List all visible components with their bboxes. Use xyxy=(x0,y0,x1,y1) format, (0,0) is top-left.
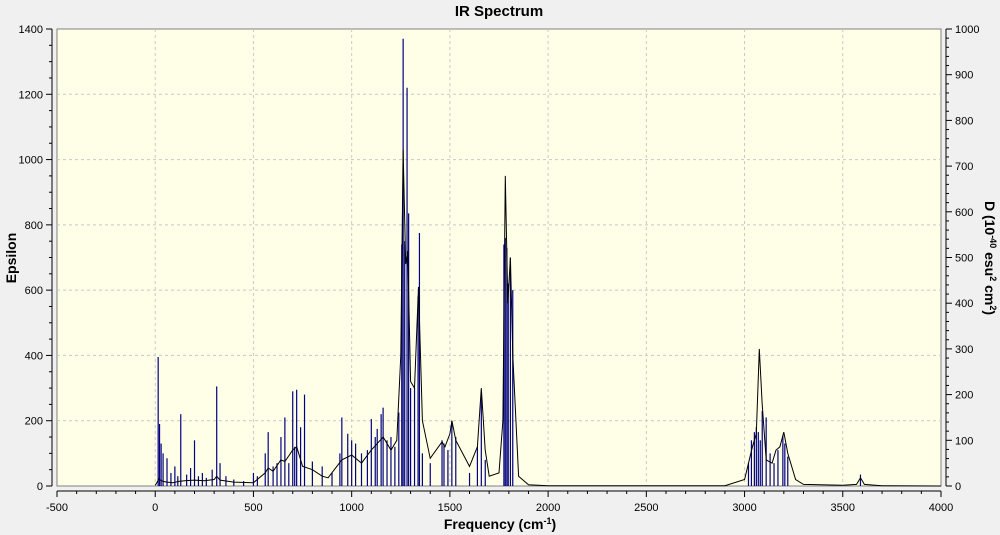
x-tick-label: 4000 xyxy=(929,502,953,514)
y2-tick-label: 800 xyxy=(955,115,973,127)
y-tick-label: 0 xyxy=(37,481,43,493)
x-tick-label: 2500 xyxy=(634,502,658,514)
y-tick-label: 200 xyxy=(25,416,43,428)
x-tick-label: 0 xyxy=(152,502,158,514)
y2-tick-label: 100 xyxy=(955,435,973,447)
y2-tick-label: 1000 xyxy=(955,24,979,36)
y-tick-label: 800 xyxy=(25,220,43,232)
y2-tick-label: 900 xyxy=(955,70,973,82)
x-axis-title: Frequency (cm-1) xyxy=(444,516,556,532)
ir-spectrum-chart: -500 0 500 1000 1500 2000 2500 3000 3500 4000 020… xyxy=(3,3,998,532)
y2-tick-label: 600 xyxy=(955,207,973,219)
y2-tick-label: 300 xyxy=(955,344,973,356)
y-tick-label: 400 xyxy=(25,350,43,362)
y2-tick-label: 500 xyxy=(955,253,973,265)
x-tick-label: 1500 xyxy=(438,502,462,514)
x-tick-label: 1000 xyxy=(339,502,363,514)
x-tick-label: 3500 xyxy=(831,502,855,514)
y-tick-label: 600 xyxy=(25,285,43,297)
x-axis: -500 0 500 1000 1500 2000 2500 3000 3500 4000 xyxy=(46,490,953,514)
y2-tick-label: 700 xyxy=(955,161,973,173)
y2-tick-label: 0 xyxy=(955,481,961,493)
y2-tick-label: 400 xyxy=(955,298,973,310)
y-axis-title: Epsilon xyxy=(3,233,19,284)
y2-tick-label: 200 xyxy=(955,390,973,402)
chart-title: IR Spectrum xyxy=(455,3,543,20)
y-axis-right: 0 100 200 300 400 500 600 700 800 900 1000 xyxy=(945,24,979,493)
x-tick-label: -500 xyxy=(46,502,68,514)
y-tick-label: 1000 xyxy=(19,155,43,167)
plot-area xyxy=(56,28,942,487)
y-tick-label: 1400 xyxy=(19,24,43,36)
chart-window: -500 0 500 1000 1500 2000 2500 3000 3500 4000 0 20… xyxy=(0,0,1000,535)
y-axis-left: 0 200 400 600 800 1000 1200 1400 xyxy=(19,24,53,493)
y2-axis-title: D (10-40 esu2 cm2) xyxy=(982,201,998,315)
x-tick-label: 500 xyxy=(244,502,262,514)
x-tick-label: 3000 xyxy=(732,502,756,514)
x-tick-label: 2000 xyxy=(536,502,560,514)
y-tick-label: 1200 xyxy=(19,89,43,101)
